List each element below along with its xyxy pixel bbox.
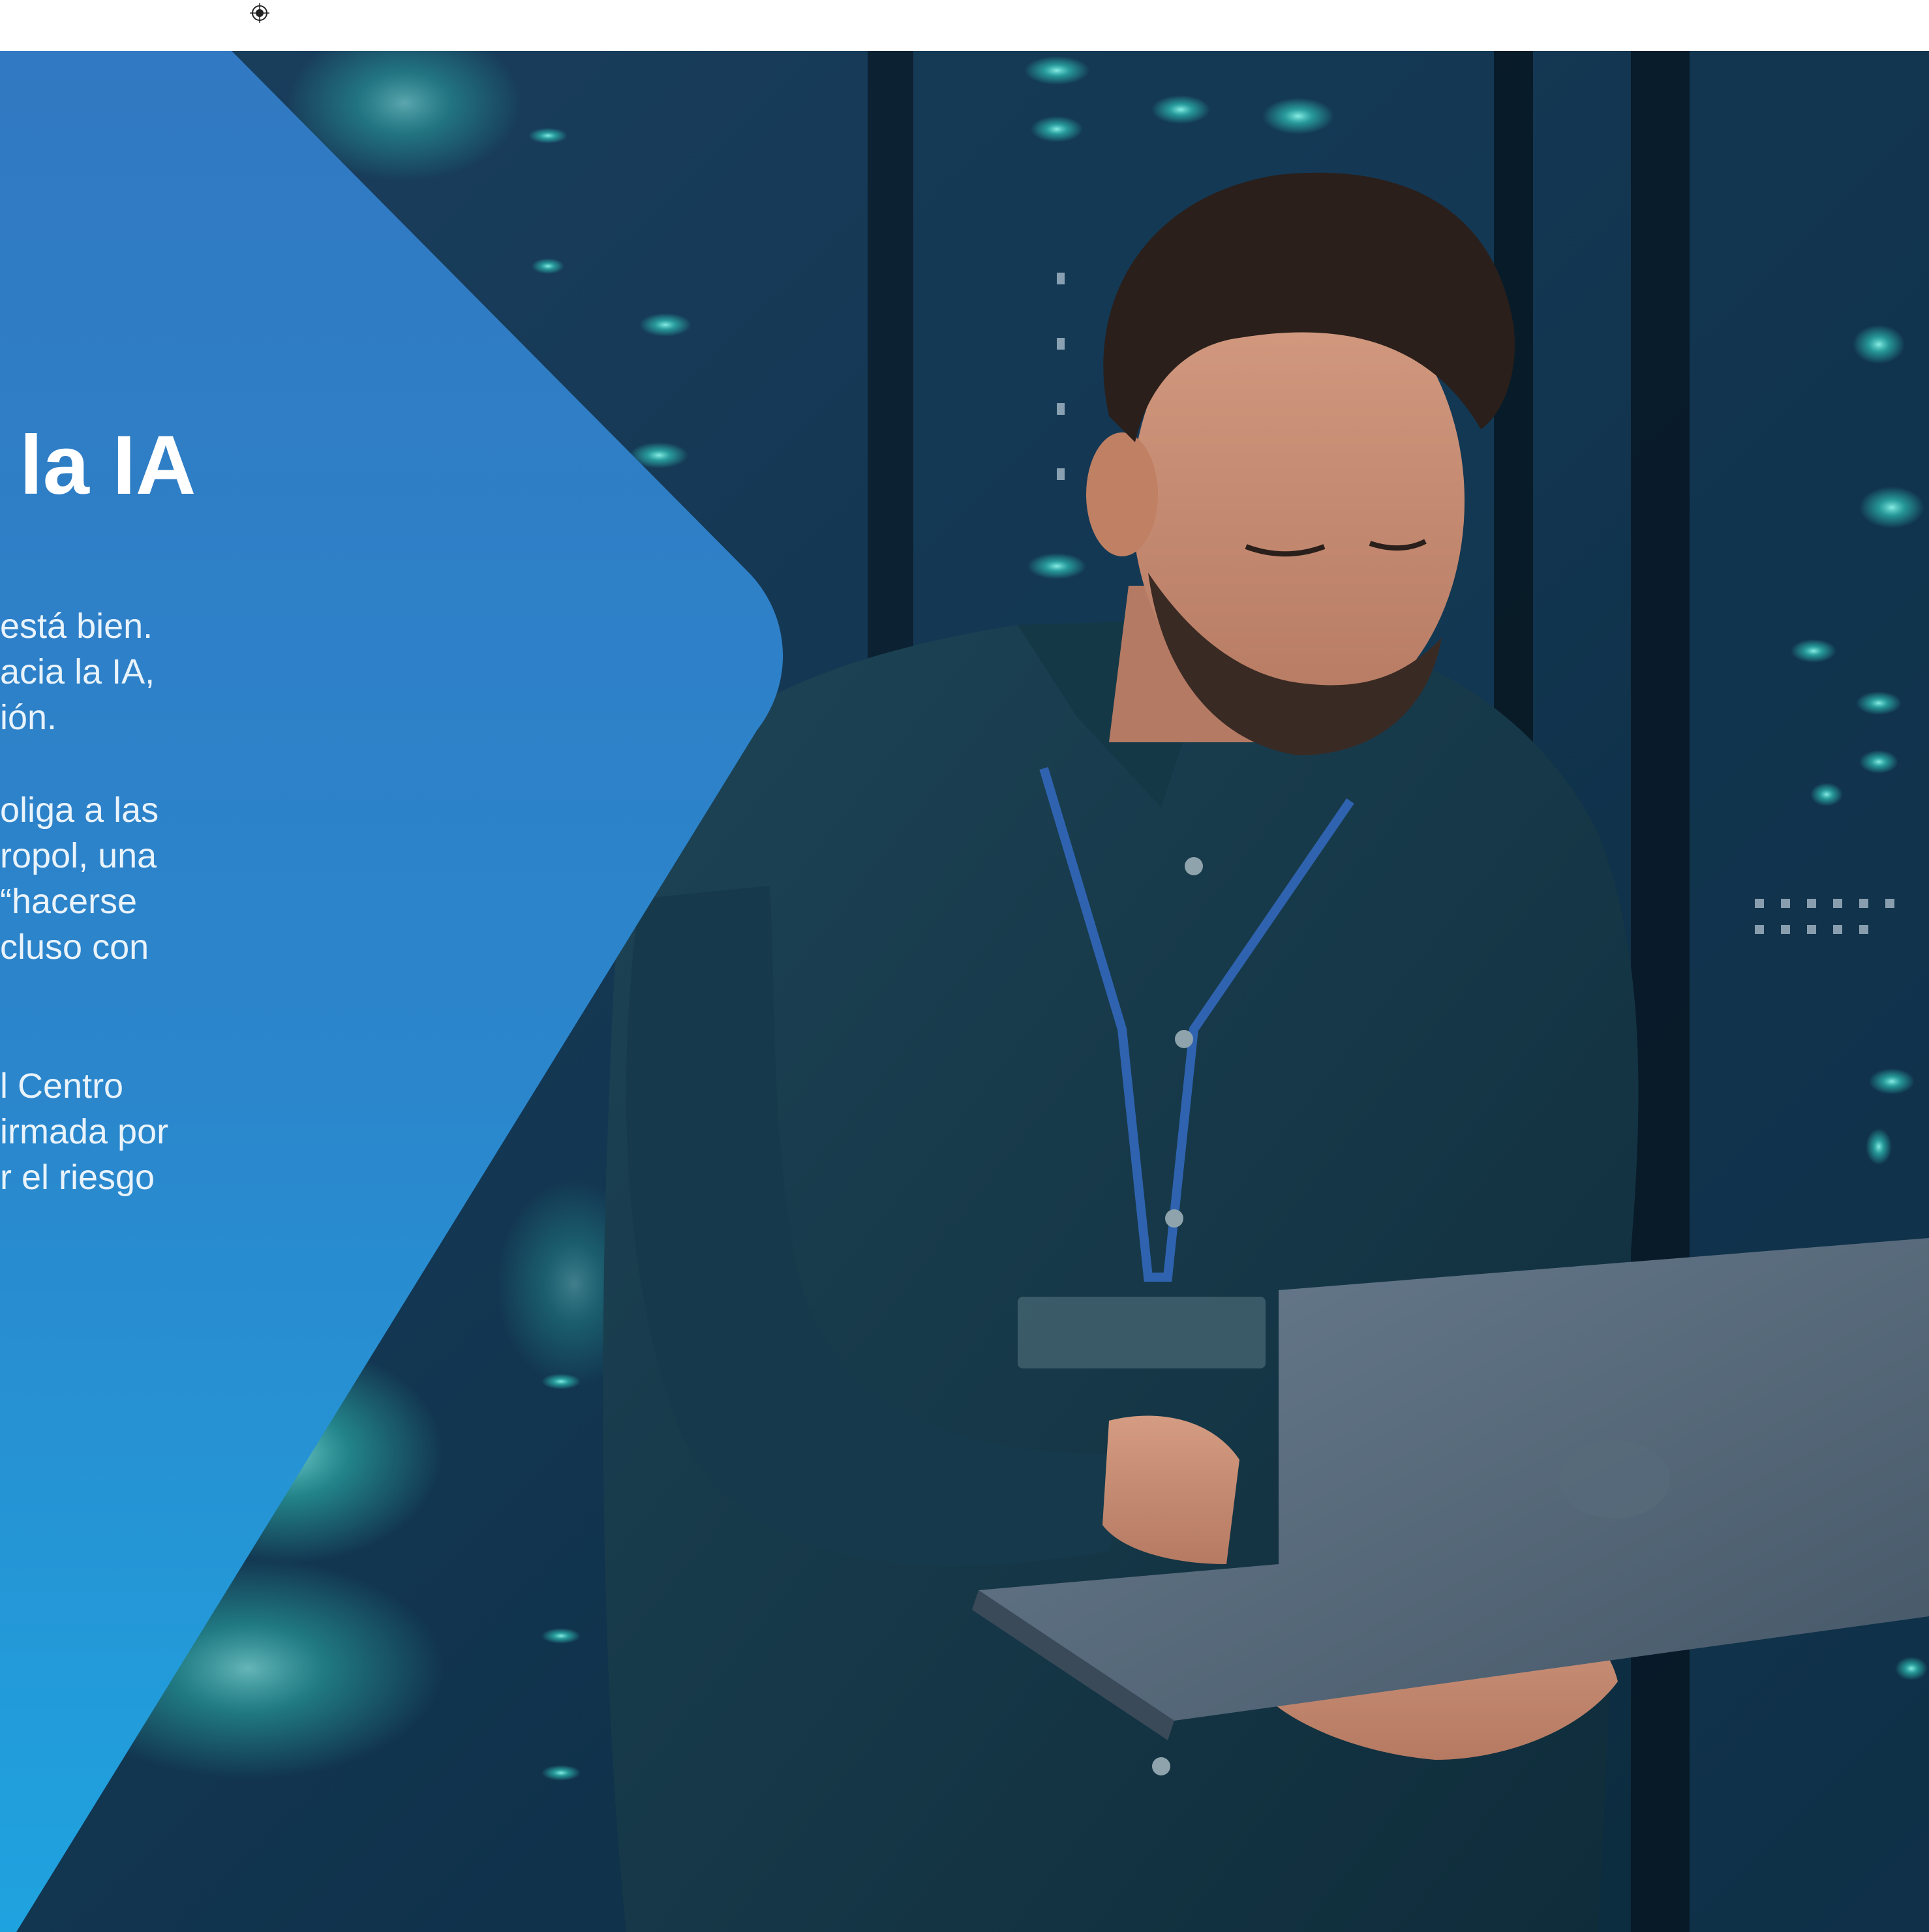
paragraph-3: l Centro irmada por r el riesgo [0,1063,168,1200]
paragraph-line: ión. [0,698,57,737]
paragraph-line: acia la IA, [0,652,155,691]
paragraph-line: está bien. [0,607,153,646]
paragraph-line: l Centro [0,1066,124,1106]
paragraph-1: está bien. acia la IA, ión. [0,603,155,740]
paragraph-line: ropol, una [0,836,157,875]
photo-illustration [0,51,1929,1932]
registration-mark-icon [250,3,269,23]
headline: la IA [20,419,196,512]
paragraph-line: r el riesgo [0,1158,155,1197]
paragraph-2: oliga a las ropol, una “hacerse cluso co… [0,787,159,970]
paragraph-line: “hacerse [0,882,138,921]
paragraph-line: cluso con [0,928,149,967]
server-room-photo [0,51,1929,1932]
paragraph-line: oliga a las [0,791,159,830]
top-margin-bar [0,0,1929,51]
paragraph-line: irmada por [0,1112,169,1151]
